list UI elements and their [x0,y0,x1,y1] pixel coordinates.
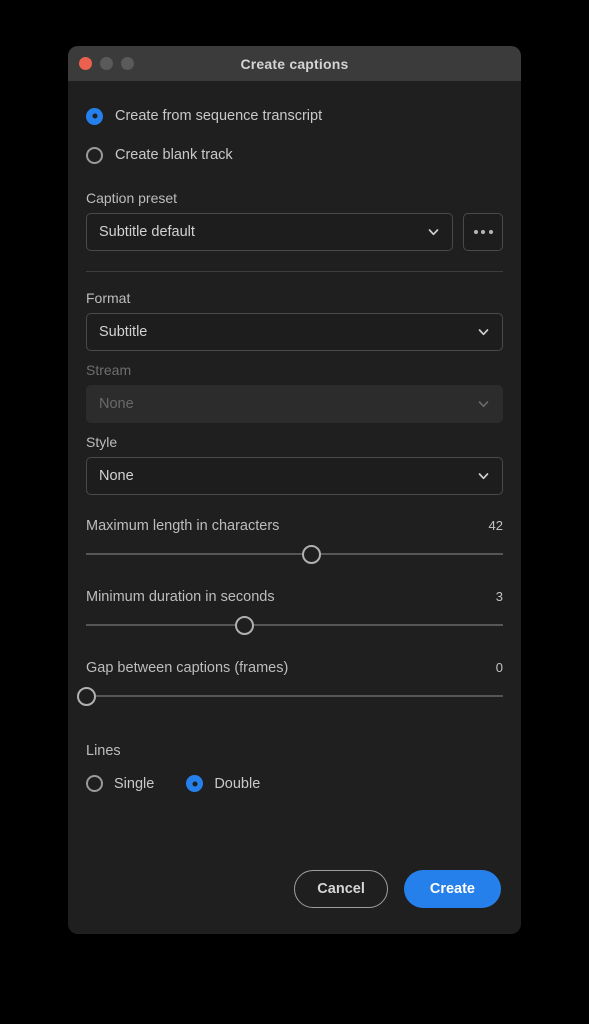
caption-preset-more-button[interactable] [463,213,503,251]
slider-gap-label: Gap between captions (frames) [86,660,289,676]
slider-gap: Gap between captions (frames) 0 [76,660,503,708]
option-lines-single[interactable]: Single [86,775,154,792]
format-select[interactable]: Subtitle [86,313,503,351]
slider-max-length-value: 42 [488,518,503,533]
dot-icon [488,230,493,234]
dialog-titlebar: Create captions [68,46,521,81]
radio-lines-single[interactable] [86,775,103,792]
stream-group: Stream None [86,362,503,423]
chevron-down-icon [477,326,490,339]
caption-preset-value: Subtitle default [99,224,195,240]
desktop-background: Create captions Create from sequence tra… [0,0,589,1024]
dot-icon [473,230,478,234]
slider-min-duration-thumb[interactable] [234,616,254,635]
radio-lines-double-label: Double [214,775,261,792]
style-group: Style None [86,434,503,495]
minimize-window-button[interactable] [100,57,113,70]
style-label: Style [86,434,118,450]
radio-from-transcript-label: Create from sequence transcript [115,108,323,124]
create-button[interactable]: Create [403,870,501,908]
slider-min-duration-track-area[interactable] [86,613,503,637]
lines-label: Lines [86,743,121,759]
format-value: Subtitle [99,324,148,340]
slider-track [86,695,503,697]
slider-max-length-thumb[interactable] [301,545,321,564]
stream-select: None [86,385,503,423]
radio-lines-double[interactable] [186,775,204,792]
dialog-footer: Cancel Create [68,844,521,934]
slider-gap-header: Gap between captions (frames) 0 [86,660,503,676]
slider-gap-track-area[interactable] [76,684,503,708]
section-divider [86,271,503,272]
window-controls [79,46,134,81]
slider-max-length-header: Maximum length in characters 42 [86,518,503,534]
stream-value: None [99,396,134,412]
dialog-title: Create captions [240,55,349,72]
create-captions-dialog: Create captions Create from sequence tra… [68,46,521,934]
dot-icon [481,230,485,234]
radio-blank-track[interactable] [86,146,103,164]
chevron-down-icon [477,398,490,411]
caption-preset-label: Caption preset [86,190,178,206]
slider-min-duration: Minimum duration in seconds 3 [86,589,503,637]
option-create-from-transcript[interactable]: Create from sequence transcript [86,103,503,129]
close-window-button[interactable] [79,57,92,70]
slider-gap-thumb[interactable] [76,687,96,706]
option-lines-double[interactable]: Double [186,775,260,792]
radio-from-transcript[interactable] [86,107,103,125]
slider-max-length-track-area[interactable] [86,542,503,566]
style-select[interactable]: None [86,457,503,495]
caption-preset-select[interactable]: Subtitle default [86,213,453,251]
slider-track [86,624,503,626]
format-group: Format Subtitle [86,290,503,351]
chevron-down-icon [477,470,490,483]
stream-label: Stream [86,362,132,378]
lines-options: Single Double [86,775,503,792]
slider-gap-value: 0 [495,660,503,675]
radio-lines-single-label: Single [114,775,155,792]
slider-min-duration-label: Minimum duration in seconds [86,589,275,605]
slider-track [86,553,503,555]
cancel-button[interactable]: Cancel [294,870,388,908]
format-label: Format [86,290,131,306]
caption-preset-group: Caption preset Subtitle default [86,190,503,251]
caption-preset-row: Subtitle default [86,213,503,251]
slider-max-length-label: Maximum length in characters [86,518,280,534]
option-create-blank-track[interactable]: Create blank track [86,142,503,168]
slider-min-duration-header: Minimum duration in seconds 3 [86,589,503,605]
dialog-body: Create from sequence transcript Create b… [68,81,521,934]
slider-min-duration-value: 3 [495,589,503,604]
radio-blank-track-label: Create blank track [115,147,233,163]
maximize-window-button[interactable] [121,57,134,70]
chevron-down-icon [427,226,440,239]
style-value: None [99,468,134,484]
slider-max-length: Maximum length in characters 42 [86,518,503,566]
